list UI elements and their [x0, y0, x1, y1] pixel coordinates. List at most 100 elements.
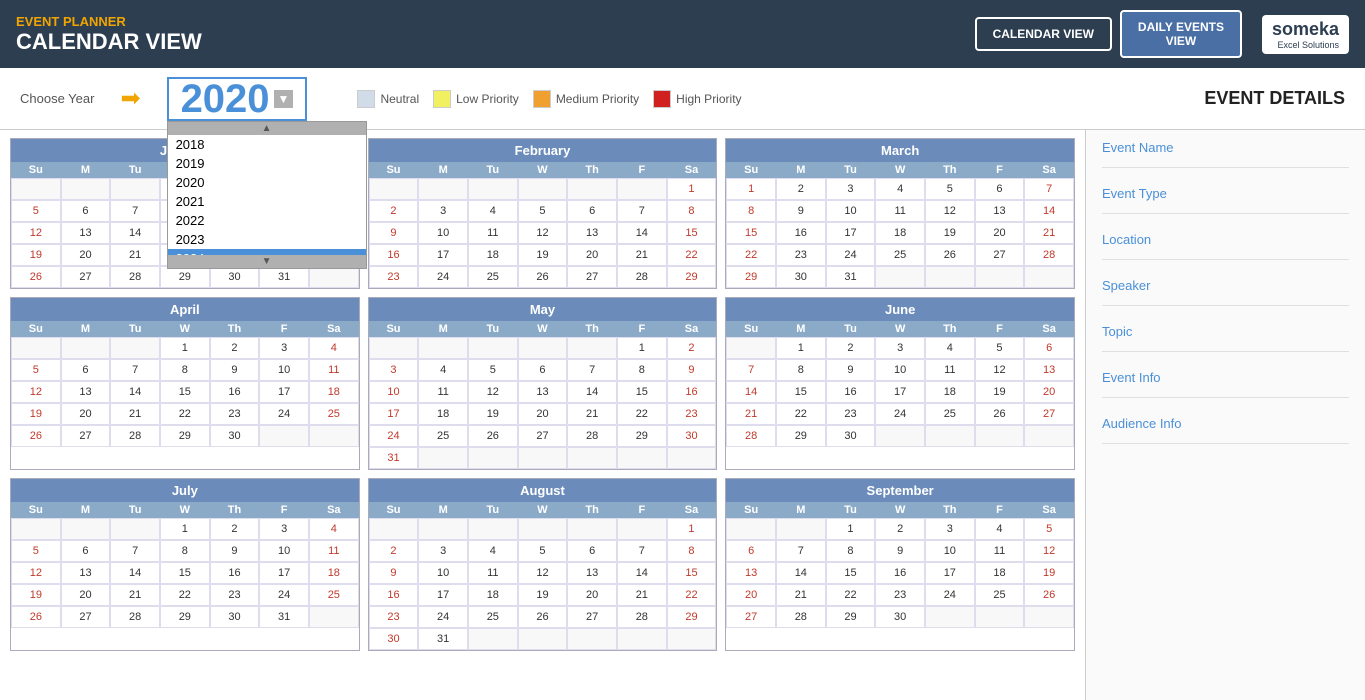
- day-21[interactable]: 21: [1024, 222, 1074, 244]
- day-18[interactable]: 18: [309, 562, 359, 584]
- day-4[interactable]: 4: [418, 359, 468, 381]
- day-10[interactable]: 10: [875, 359, 925, 381]
- day-21[interactable]: 21: [617, 584, 667, 606]
- day-25[interactable]: 25: [309, 584, 359, 606]
- day-27[interactable]: 27: [518, 425, 568, 447]
- day-19[interactable]: 19: [1024, 562, 1074, 584]
- day-21[interactable]: 21: [567, 403, 617, 425]
- day-27[interactable]: 27: [61, 606, 111, 628]
- day-28[interactable]: 28: [110, 266, 160, 288]
- day-7[interactable]: 7: [726, 359, 776, 381]
- day-6[interactable]: 6: [567, 540, 617, 562]
- day-3[interactable]: 3: [259, 518, 309, 540]
- day-22[interactable]: 22: [776, 403, 826, 425]
- day-11[interactable]: 11: [975, 540, 1025, 562]
- day-18[interactable]: 18: [875, 222, 925, 244]
- day-14[interactable]: 14: [726, 381, 776, 403]
- dropdown-scroll-down[interactable]: ▼: [168, 255, 366, 268]
- day-12[interactable]: 12: [11, 562, 61, 584]
- day-2[interactable]: 2: [826, 337, 876, 359]
- day-25[interactable]: 25: [975, 584, 1025, 606]
- day-12[interactable]: 12: [11, 222, 61, 244]
- day-5[interactable]: 5: [11, 540, 61, 562]
- day-21[interactable]: 21: [110, 403, 160, 425]
- day-8[interactable]: 8: [667, 540, 717, 562]
- year-dropdown-wrapper[interactable]: 2020 ▼ ▲ 2018201920202021202220232024202…: [167, 77, 308, 121]
- year-option-2023[interactable]: 2023: [168, 230, 366, 249]
- day-26[interactable]: 26: [11, 606, 61, 628]
- day-8[interactable]: 8: [726, 200, 776, 222]
- day-23[interactable]: 23: [667, 403, 717, 425]
- day-16[interactable]: 16: [369, 584, 419, 606]
- day-8[interactable]: 8: [617, 359, 667, 381]
- day-11[interactable]: 11: [468, 562, 518, 584]
- day-30[interactable]: 30: [826, 425, 876, 447]
- daily-events-button[interactable]: DAILY EVENTSVIEW: [1120, 10, 1242, 59]
- day-12[interactable]: 12: [975, 359, 1025, 381]
- day-18[interactable]: 18: [309, 381, 359, 403]
- day-13[interactable]: 13: [61, 222, 111, 244]
- day-11[interactable]: 11: [468, 222, 518, 244]
- day-17[interactable]: 17: [259, 562, 309, 584]
- day-18[interactable]: 18: [468, 244, 518, 266]
- day-5[interactable]: 5: [518, 200, 568, 222]
- day-15[interactable]: 15: [826, 562, 876, 584]
- day-31[interactable]: 31: [259, 266, 309, 288]
- day-13[interactable]: 13: [1024, 359, 1074, 381]
- day-20[interactable]: 20: [61, 584, 111, 606]
- day-30[interactable]: 30: [776, 266, 826, 288]
- day-3[interactable]: 3: [259, 337, 309, 359]
- day-28[interactable]: 28: [567, 425, 617, 447]
- day-9[interactable]: 9: [369, 562, 419, 584]
- day-18[interactable]: 18: [468, 584, 518, 606]
- day-12[interactable]: 12: [518, 562, 568, 584]
- day-15[interactable]: 15: [160, 562, 210, 584]
- day-5[interactable]: 5: [925, 178, 975, 200]
- day-8[interactable]: 8: [160, 540, 210, 562]
- day-10[interactable]: 10: [418, 222, 468, 244]
- day-24[interactable]: 24: [259, 403, 309, 425]
- day-6[interactable]: 6: [61, 200, 111, 222]
- day-27[interactable]: 27: [726, 606, 776, 628]
- day-21[interactable]: 21: [776, 584, 826, 606]
- day-1[interactable]: 1: [776, 337, 826, 359]
- day-13[interactable]: 13: [975, 200, 1025, 222]
- day-3[interactable]: 3: [875, 337, 925, 359]
- day-2[interactable]: 2: [875, 518, 925, 540]
- day-25[interactable]: 25: [468, 606, 518, 628]
- day-31[interactable]: 31: [418, 628, 468, 650]
- day-24[interactable]: 24: [418, 606, 468, 628]
- day-23[interactable]: 23: [776, 244, 826, 266]
- day-1[interactable]: 1: [667, 518, 717, 540]
- day-15[interactable]: 15: [667, 222, 717, 244]
- day-21[interactable]: 21: [110, 584, 160, 606]
- day-23[interactable]: 23: [875, 584, 925, 606]
- day-15[interactable]: 15: [776, 381, 826, 403]
- day-17[interactable]: 17: [875, 381, 925, 403]
- day-20[interactable]: 20: [726, 584, 776, 606]
- day-16[interactable]: 16: [210, 562, 260, 584]
- day-25[interactable]: 25: [875, 244, 925, 266]
- day-18[interactable]: 18: [975, 562, 1025, 584]
- day-23[interactable]: 23: [369, 606, 419, 628]
- day-14[interactable]: 14: [1024, 200, 1074, 222]
- day-2[interactable]: 2: [776, 178, 826, 200]
- day-6[interactable]: 6: [518, 359, 568, 381]
- day-20[interactable]: 20: [61, 403, 111, 425]
- day-3[interactable]: 3: [925, 518, 975, 540]
- day-17[interactable]: 17: [826, 222, 876, 244]
- day-23[interactable]: 23: [826, 403, 876, 425]
- day-17[interactable]: 17: [418, 584, 468, 606]
- day-22[interactable]: 22: [160, 403, 210, 425]
- day-1[interactable]: 1: [160, 518, 210, 540]
- day-7[interactable]: 7: [1024, 178, 1074, 200]
- day-5[interactable]: 5: [11, 359, 61, 381]
- day-2[interactable]: 2: [210, 518, 260, 540]
- day-12[interactable]: 12: [468, 381, 518, 403]
- day-6[interactable]: 6: [975, 178, 1025, 200]
- day-23[interactable]: 23: [369, 266, 419, 288]
- day-26[interactable]: 26: [925, 244, 975, 266]
- day-19[interactable]: 19: [11, 244, 61, 266]
- day-17[interactable]: 17: [418, 244, 468, 266]
- day-15[interactable]: 15: [160, 381, 210, 403]
